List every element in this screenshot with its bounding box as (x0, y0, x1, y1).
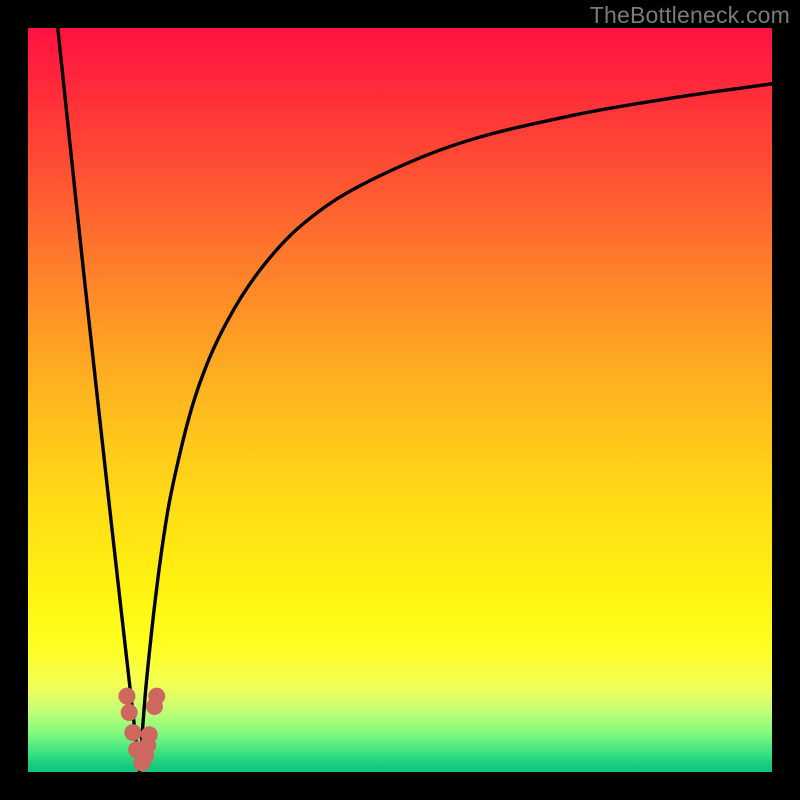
highlight-dot (148, 688, 165, 705)
left-branch-curve (58, 28, 140, 772)
highlight-dot (141, 726, 158, 743)
highlight-dot (124, 724, 141, 741)
curve-layer (28, 28, 772, 772)
plot-area (28, 28, 772, 772)
chart-frame: TheBottleneck.com (0, 0, 800, 800)
highlight-dot (121, 704, 138, 721)
watermark-text: TheBottleneck.com (590, 2, 790, 29)
right-branch-curve (140, 84, 772, 772)
highlight-dot (118, 688, 135, 705)
